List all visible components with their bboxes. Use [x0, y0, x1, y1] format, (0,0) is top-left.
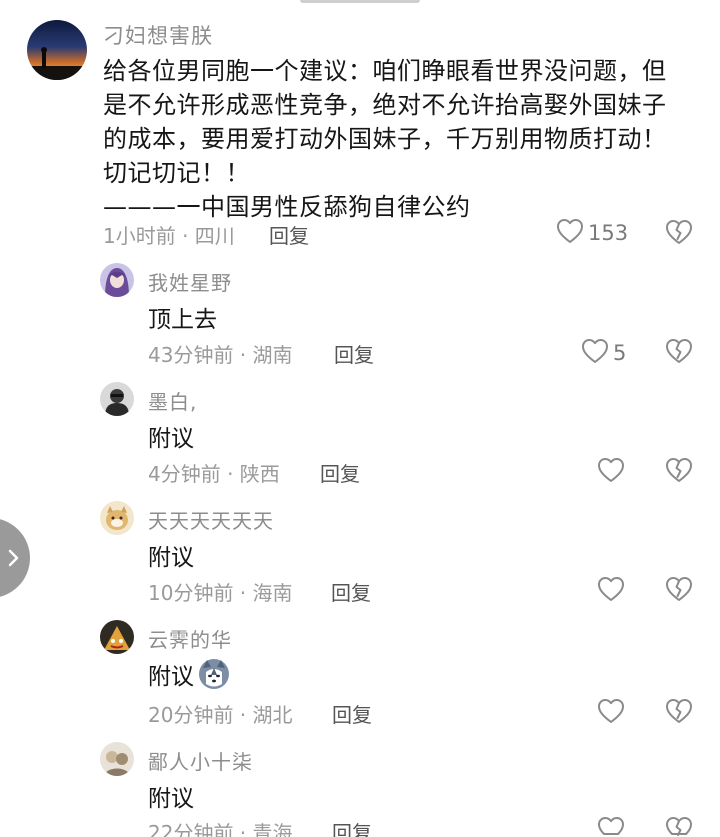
reply-button[interactable]: 回复 [269, 220, 309, 249]
like-button[interactable] [597, 576, 625, 606]
comment-text-line: 的成本，要用爱打动外国妹子，千万别用物质打动！ [103, 125, 667, 153]
avatar[interactable] [100, 742, 134, 776]
avatar[interactable] [100, 501, 134, 535]
broken-heart-icon [665, 699, 693, 728]
heart-outline-icon [581, 338, 609, 368]
reply-button[interactable]: 回复 [332, 699, 372, 728]
reply-username[interactable]: 天天天天天天 [148, 505, 274, 534]
reply-text-content: 顶上去 [148, 307, 217, 333]
reply-text-content: 附议 [148, 426, 194, 452]
like-count: 153 [588, 221, 629, 245]
comment-text-line: 给各位男同胞一个建议：咱们睁眼看世界没问题，但 [103, 57, 667, 85]
broken-heart-icon [665, 817, 693, 837]
reply-time-location: 20分钟前 · 湖北 [148, 703, 293, 727]
reply-username[interactable]: 鄙人小十柒 [148, 746, 253, 775]
reply-username[interactable]: 云霁的华 [148, 624, 232, 653]
like-button[interactable]: 153 [556, 218, 628, 248]
reply-text-content: 附议 [148, 664, 194, 690]
dislike-button[interactable] [665, 816, 693, 837]
dislike-button[interactable] [665, 457, 693, 487]
like-button[interactable]: 5 [581, 338, 626, 368]
like-count: 5 [613, 341, 627, 365]
dislike-button[interactable] [665, 338, 693, 368]
reply-username[interactable]: 我姓星野 [148, 267, 232, 296]
side-panel-toggle-button[interactable] [0, 518, 30, 598]
comment-text-line: 切记切记！！ [103, 159, 250, 187]
heart-outline-icon [597, 457, 625, 487]
reply-username[interactable]: 墨白, [148, 386, 197, 415]
reply-time-location: 43分钟前 · 湖南 [148, 343, 293, 367]
comment-text: 给各位男同胞一个建议：咱们睁眼看世界没问题，但 是不允许形成恶性竞争，绝对不允许… [103, 54, 703, 224]
comment-thread: 刁妇想害朕 给各位男同胞一个建议：咱们睁眼看世界没问题，但 是不允许形成恶性竞争… [0, 0, 720, 837]
like-button[interactable] [597, 816, 625, 837]
reply-text-content: 附议 [148, 545, 194, 571]
heart-outline-icon [597, 698, 625, 728]
top-edge-indicator [300, 0, 420, 3]
reply-text: 附议 [148, 419, 194, 453]
avatar[interactable] [100, 382, 134, 416]
avatar[interactable] [100, 620, 134, 654]
reply-button[interactable]: 回复 [334, 339, 374, 368]
reply-button[interactable]: 回复 [332, 817, 372, 837]
like-button[interactable] [597, 457, 625, 487]
reply-time-location: 4分钟前 · 陕西 [148, 462, 280, 486]
reply-text: 附议 [148, 657, 230, 691]
broken-heart-icon [665, 458, 693, 487]
dislike-button[interactable] [665, 698, 693, 728]
broken-heart-icon [665, 577, 693, 606]
avatar[interactable] [100, 263, 134, 297]
reply-button[interactable]: 回复 [331, 577, 371, 606]
husky-emoji-icon [198, 658, 230, 690]
reply-text: 附议 [148, 779, 194, 813]
reply-text: 附议 [148, 538, 194, 572]
heart-outline-icon [556, 218, 584, 248]
reply-time-location: 10分钟前 · 海南 [148, 581, 293, 605]
comment-text-line: 是不允许形成恶性竞争，绝对不允许抬高娶外国妹子 [103, 91, 667, 119]
broken-heart-icon [665, 220, 693, 249]
dislike-button[interactable] [665, 219, 693, 249]
dislike-button[interactable] [665, 576, 693, 606]
comment-time-location: 1小时前 · 四川 [103, 224, 235, 248]
like-button[interactable] [597, 698, 625, 728]
reply-text-content: 附议 [148, 786, 194, 812]
reply-time-location: 22分钟前 · 青海 [148, 821, 293, 837]
broken-heart-icon [665, 339, 693, 368]
reply-button[interactable]: 回复 [320, 458, 360, 487]
avatar[interactable] [27, 20, 87, 80]
reply-text: 顶上去 [148, 300, 217, 334]
heart-outline-icon [597, 576, 625, 606]
comment-username[interactable]: 刁妇想害朕 [103, 20, 213, 50]
heart-outline-icon [597, 816, 625, 837]
